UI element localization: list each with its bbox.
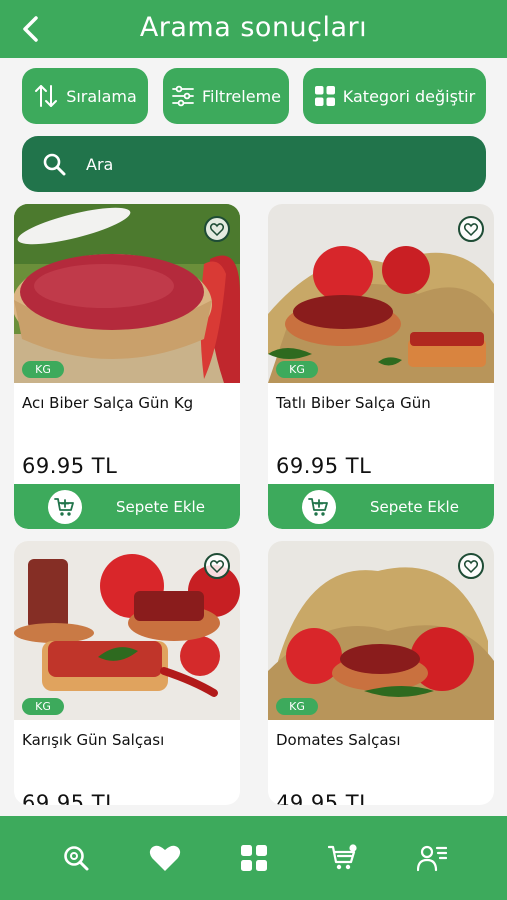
product-card[interactable]: KG Tatlı Biber Salça Gün 69.95 TL Sepete… <box>268 204 494 529</box>
bottom-navigation <box>0 816 507 900</box>
sort-button[interactable]: Sıralama <box>22 68 148 124</box>
product-name: Acı Biber Salça Gün Kg <box>22 394 194 412</box>
product-name: Karışık Gün Salçası <box>22 731 165 749</box>
unit-badge: KG <box>22 698 64 715</box>
product-name: Tatlı Biber Salça Gün <box>276 394 431 412</box>
unit-badge: KG <box>22 361 64 378</box>
page-title: Arama sonuçları <box>139 12 368 43</box>
cart-icon <box>328 844 357 870</box>
favorite-button[interactable] <box>458 553 484 579</box>
product-price: 49.95 TL <box>276 791 372 805</box>
favorite-button[interactable] <box>204 216 230 242</box>
nav-favorites[interactable] <box>145 838 185 878</box>
unit-badge: KG <box>276 361 318 378</box>
heart-outline-icon <box>210 559 224 573</box>
search-placeholder: Ara <box>86 154 114 174</box>
app-header: Arama sonuçları <box>0 0 507 58</box>
nav-search[interactable] <box>56 838 96 878</box>
category-label: Kategori değiştir <box>342 86 476 106</box>
product-price: 69.95 TL <box>22 791 118 805</box>
grid-icon <box>314 86 335 106</box>
product-price: 69.95 TL <box>276 454 372 478</box>
heart-outline-icon <box>464 222 478 236</box>
search-icon <box>43 153 66 176</box>
profile-icon <box>417 845 447 872</box>
heart-outline-icon <box>464 559 478 573</box>
add-to-cart-label: Sepete Ekle <box>116 497 205 516</box>
add-cart-icon <box>302 489 336 524</box>
product-card[interactable]: KG Domates Salçası 49.95 TL <box>268 541 494 805</box>
add-to-cart-label: Sepete Ekle <box>370 497 459 516</box>
nav-profile[interactable] <box>412 838 452 878</box>
heart-icon <box>149 845 181 871</box>
grid-icon <box>241 845 267 871</box>
product-card[interactable]: KG Acı Biber Salça Gün Kg 69.95 TL Sepet… <box>14 204 240 529</box>
filter-icon <box>172 85 194 107</box>
product-card[interactable]: KG Karışık Gün Salçası 69.95 TL <box>14 541 240 805</box>
add-to-cart-button[interactable]: Sepete Ekle <box>268 484 494 529</box>
nav-cart[interactable] <box>323 838 363 878</box>
product-price: 69.95 TL <box>22 454 118 478</box>
add-cart-icon <box>48 489 82 524</box>
favorite-button[interactable] <box>204 553 230 579</box>
filter-label: Filtreleme <box>202 86 281 106</box>
sort-label: Sıralama <box>66 86 137 106</box>
category-button[interactable]: Kategori değiştir <box>303 68 486 124</box>
nav-categories[interactable] <box>234 838 274 878</box>
product-name: Domates Salçası <box>276 731 401 749</box>
sort-icon <box>35 85 58 107</box>
search-input[interactable]: Ara <box>22 136 486 192</box>
favorite-button[interactable] <box>458 216 484 242</box>
unit-badge: KG <box>276 698 318 715</box>
filter-button[interactable]: Filtreleme <box>163 68 289 124</box>
heart-outline-icon <box>210 222 224 236</box>
add-to-cart-button[interactable]: Sepete Ekle <box>14 484 240 529</box>
search-icon <box>64 846 89 871</box>
